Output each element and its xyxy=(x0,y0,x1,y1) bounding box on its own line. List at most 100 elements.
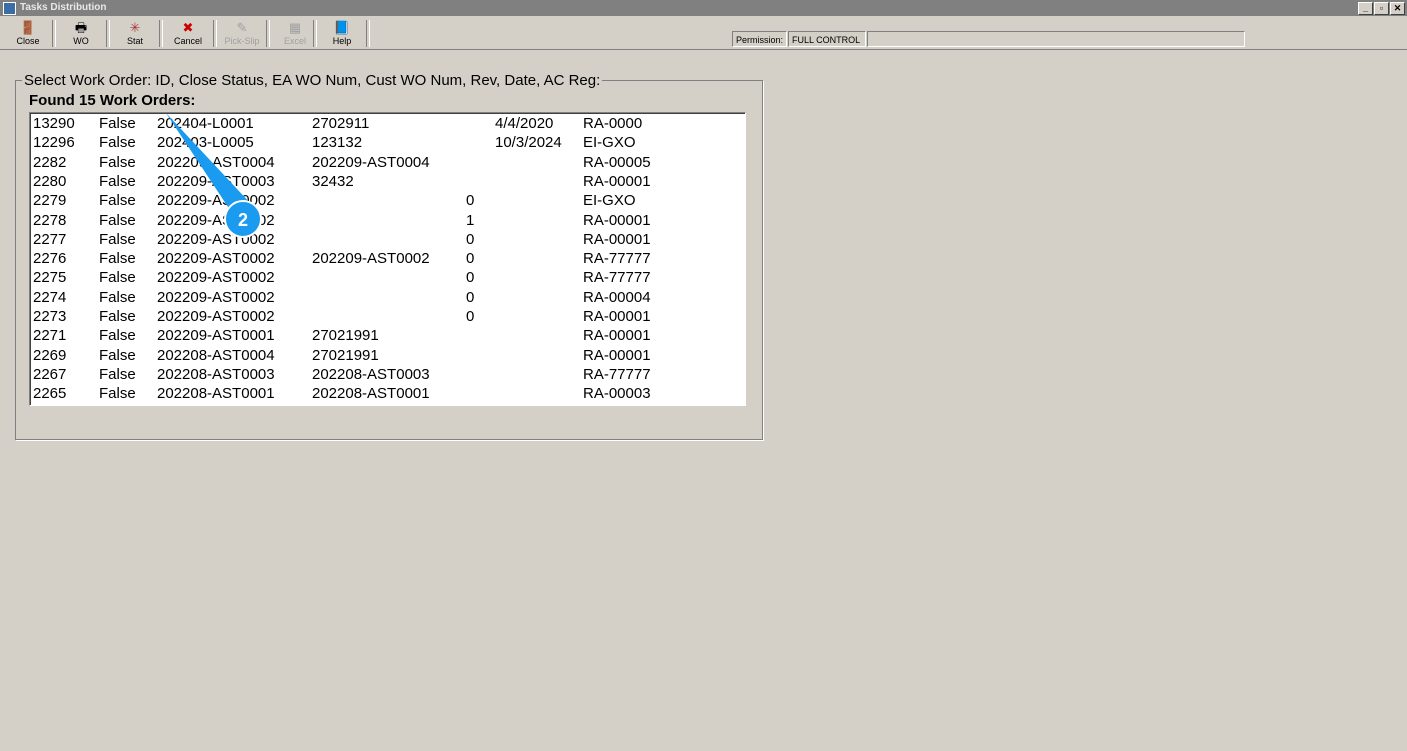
window-title: Tasks Distribution xyxy=(20,2,107,13)
list-item[interactable]: 2265 False 202208-AST0001 202208-AST0001 RA-… xyxy=(30,385,745,404)
cell-rev: 0 xyxy=(466,192,475,210)
cell-cust-wo-num: 2702911 xyxy=(312,115,370,132)
cell-ac-reg: RA-77777 xyxy=(583,269,651,287)
stat-burst-icon: ✳ xyxy=(129,20,141,35)
cell-rev: 0 xyxy=(466,230,475,248)
cell-id: 12296 xyxy=(33,134,75,152)
cell-id: 2273 xyxy=(33,308,67,325)
toolbar-button-label: Stat xyxy=(126,36,143,46)
cell-close-status: False xyxy=(99,230,136,248)
cell-close-status: False xyxy=(99,365,136,383)
app-icon xyxy=(3,2,16,15)
cell-ac-reg: RA-00005 xyxy=(583,153,651,171)
cell-cust-wo-num: 202208-AST0003 xyxy=(312,365,430,383)
cell-id: 13290 xyxy=(33,115,75,132)
cell-id: 2274 xyxy=(33,288,67,306)
list-item[interactable]: 2267 False 202208-AST0003 202208-AST0003 RA-… xyxy=(30,366,745,385)
toolbar-button-cancel[interactable]: ✖ Cancel xyxy=(166,19,210,49)
toolbar-separator xyxy=(313,20,317,47)
list-item[interactable]: 13290 False 202404-L0001 2702911 4/4/2020 RA-… xyxy=(30,115,745,134)
cell-cust-wo-num: 202208-AST0001 xyxy=(312,385,430,403)
cell-cust-wo-num: 27021991 xyxy=(312,346,379,364)
cell-id: 2267 xyxy=(33,365,67,383)
toolbar-button-label: Pick-Slip xyxy=(224,36,260,46)
toolbar-button-label: WO xyxy=(73,36,89,46)
list-item[interactable]: 2282 False 202209-AST0004 202209-AST0004 RA-… xyxy=(30,154,745,173)
list-item[interactable]: 2274 False 202209-AST0002 0 RA-00004 xyxy=(30,289,745,308)
cell-close-status: False xyxy=(99,153,136,171)
list-item[interactable]: 12296 False 202403-L0005 123132 10/3/2024 EI-… xyxy=(30,134,745,153)
list-item[interactable]: 2276 False 202209-AST0002 202209-AST0002 0 RA… xyxy=(30,250,745,269)
toolbar-button-pick-slip[interactable]: ✎ Pick-Slip xyxy=(220,19,264,49)
cell-id: 2271 xyxy=(33,327,67,345)
cell-ea-wo-num: 202209-AST0002 xyxy=(157,269,275,287)
cell-cust-wo-num: 27021991 xyxy=(312,327,379,345)
cell-ac-reg: RA-00001 xyxy=(583,211,651,229)
cell-ea-wo-num: 202403-L0005 xyxy=(157,134,254,152)
restore-button[interactable]: ▫ xyxy=(1374,2,1389,15)
cell-ea-wo-num: 202208-AST0001 xyxy=(157,385,275,403)
toolbar-button-stat[interactable]: ✳ Stat xyxy=(113,19,157,49)
list-item[interactable]: 2271 False 202209-AST0001 27021991 RA-00001 xyxy=(30,327,745,346)
toolbar-button-wo[interactable]: 🖶 WO xyxy=(59,19,103,49)
cell-ac-reg: EI-GXO xyxy=(583,134,636,152)
cell-id: 2269 xyxy=(33,346,67,364)
cell-id: 2277 xyxy=(33,230,67,248)
cell-close-status: False xyxy=(99,115,136,132)
toolbar-separator xyxy=(366,20,370,47)
toolbar-separator xyxy=(213,20,217,47)
toolbar-button-label: Excel xyxy=(283,36,306,46)
toolbar-separator xyxy=(159,20,163,47)
cell-date: 4/4/2020 xyxy=(495,115,554,132)
list-item[interactable]: 2277 False 202209-AST0002 0 RA-00001 xyxy=(30,231,745,250)
cell-ac-reg: RA-00003 xyxy=(583,385,651,403)
cell-ea-wo-num: 202209-AST0003 xyxy=(157,172,275,190)
toolbar-button-label: Cancel xyxy=(173,36,202,46)
pick-slip-icon: ✎ xyxy=(236,20,248,35)
minimize-button[interactable]: _ xyxy=(1358,2,1373,15)
toolbar-button-excel[interactable]: ▦ Excel xyxy=(273,19,317,49)
cell-id: 2282 xyxy=(33,153,67,171)
toolbar-button-help[interactable]: 📘 Help xyxy=(320,19,364,49)
close-window-button[interactable]: ✕ xyxy=(1390,2,1405,15)
list-item[interactable]: 2275 False 202209-AST0002 0 RA-77777 xyxy=(30,269,745,288)
toolbar-separator xyxy=(52,20,56,47)
cell-id: 2265 xyxy=(33,385,67,403)
cell-ac-reg: EI-GXO xyxy=(583,192,636,210)
cell-ac-reg: RA-77777 xyxy=(583,250,651,268)
list-item[interactable]: 2269 False 202208-AST0004 27021991 RA-00001 xyxy=(30,347,745,366)
cell-ea-wo-num: 202209-AST0002 xyxy=(157,308,275,325)
cell-ac-reg: RA-00001 xyxy=(583,172,651,190)
cell-close-status: False xyxy=(99,308,136,325)
list-item[interactable]: 2280 False 202209-AST0003 32432 RA-00001 xyxy=(30,173,745,192)
list-item[interactable]: 2273 False 202209-AST0002 0 RA-00001 xyxy=(30,308,745,327)
cell-ac-reg: RA-00001 xyxy=(583,230,651,248)
cell-ea-wo-num: 202209-AST0002 xyxy=(157,230,275,248)
cell-close-status: False xyxy=(99,327,136,345)
cell-ea-wo-num: 202209-AST0002 xyxy=(157,192,275,210)
cell-ea-wo-num: 202209-AST0002 xyxy=(157,288,275,306)
cell-date: 10/3/2024 xyxy=(495,134,562,152)
title-bar: Tasks Distribution _ ▫ ✕ xyxy=(0,0,1407,16)
permission-value: FULL CONTROL xyxy=(788,31,866,47)
help-book-icon: 📘 xyxy=(333,20,351,35)
list-item[interactable]: 2278 False 202209-AST0002 1 RA-00001 xyxy=(30,212,745,231)
cell-cust-wo-num: 202209-AST0002 xyxy=(312,250,430,268)
work-order-list[interactable]: 13290 False 202404-L0001 2702911 4/4/2020 RA-… xyxy=(29,112,746,406)
cell-id: 2275 xyxy=(33,269,67,287)
cell-cust-wo-num: 202209-AST0004 xyxy=(312,153,430,171)
list-item[interactable]: 2279 False 202209-AST0002 0 EI-GXO xyxy=(30,192,745,211)
cell-rev: 0 xyxy=(466,288,475,306)
cell-ac-reg: RA-00004 xyxy=(583,288,651,306)
cell-id: 2276 xyxy=(33,250,67,268)
cell-close-status: False xyxy=(99,172,136,190)
cell-ea-wo-num: 202208-AST0004 xyxy=(157,346,275,364)
cell-cust-wo-num: 32432 xyxy=(312,172,354,190)
status-panel xyxy=(867,31,1245,47)
permission-label: Permission: xyxy=(732,31,787,47)
toolbar-button-close[interactable]: 🚪 Close xyxy=(6,19,50,49)
cell-ea-wo-num: 202209-AST0001 xyxy=(157,327,275,345)
cell-ea-wo-num: 202209-AST0002 xyxy=(157,250,275,268)
cell-close-status: False xyxy=(99,134,136,152)
cell-ac-reg: RA-00001 xyxy=(583,327,651,345)
